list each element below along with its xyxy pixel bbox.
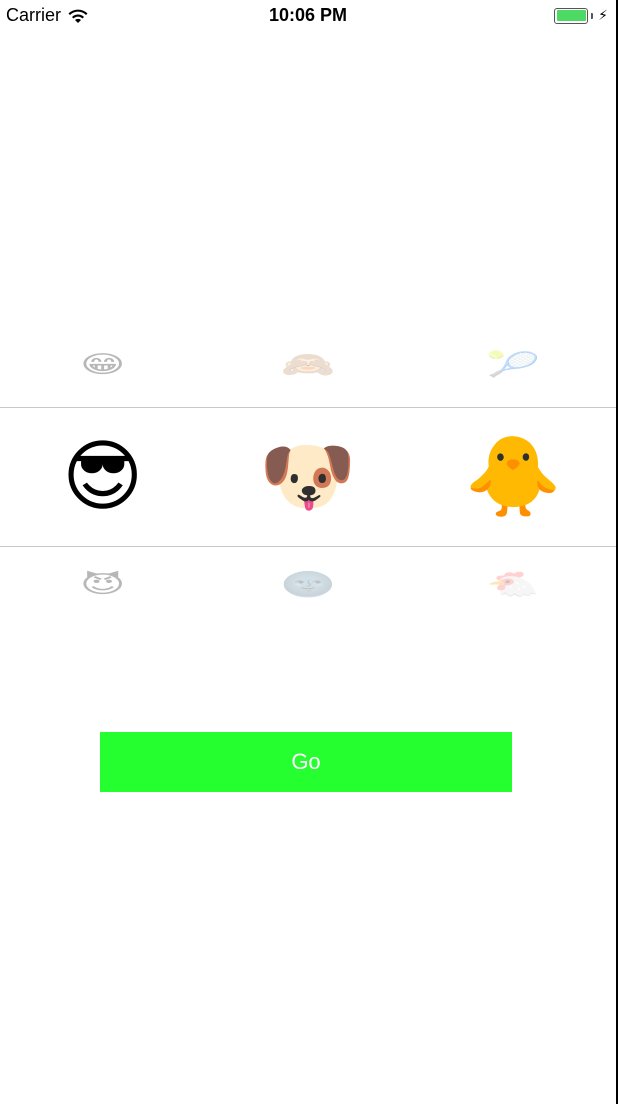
- battery-icon: [554, 7, 589, 24]
- emoji-picker[interactable]: 😁 🙈 🎾 😎 🐶 🐥 😈 🌚 🐔: [0, 320, 616, 620]
- picker-column-2[interactable]: 🙈: [205, 343, 410, 387]
- sunglasses-face-emoji[interactable]: 😎: [62, 438, 143, 516]
- status-time: 10:06 PM: [268, 5, 348, 25]
- picker-row-selected[interactable]: 😎 🐶 🐥: [0, 408, 616, 546]
- picker-column-1[interactable]: 😁: [0, 343, 205, 387]
- picker-column-1-below[interactable]: 😈: [0, 563, 205, 607]
- screen: Carrier 10:06 PM ⚡ 😁 🙈 🎾 😎 🐶 🐥 😈 🌚 🐔 Go: [0, 0, 618, 1104]
- picker-column-2-below[interactable]: 🌚: [205, 563, 410, 607]
- picker-column-3-below[interactable]: 🐔: [411, 563, 616, 607]
- status-bar: Carrier 10:06 PM ⚡: [0, 0, 616, 32]
- chicken-emoji[interactable]: 🐔: [486, 573, 541, 597]
- picker-column-2-selected[interactable]: 🐶: [205, 438, 410, 516]
- picker-row-below[interactable]: 😈 🌚 🐔: [0, 555, 616, 615]
- battery-tip: [591, 12, 594, 19]
- picker-column-1-selected[interactable]: 😎: [0, 438, 205, 516]
- battery-fill: [556, 10, 586, 21]
- tennis-ball-emoji[interactable]: 🎾: [486, 353, 541, 377]
- picker-column-3-selected[interactable]: 🐥: [411, 438, 616, 516]
- battery-indicator: ⚡: [554, 7, 608, 24]
- smiling-devil-emoji[interactable]: 😈: [80, 573, 126, 597]
- new-moon-face-emoji[interactable]: 🌚: [281, 573, 336, 597]
- grinning-face-emoji[interactable]: 😁: [80, 353, 126, 377]
- go-button[interactable]: Go: [100, 732, 512, 792]
- charging-bolt-icon: ⚡: [598, 7, 608, 23]
- selection-divider-bottom: [0, 546, 616, 547]
- dog-face-emoji[interactable]: 🐶: [259, 438, 356, 516]
- picker-column-3[interactable]: 🎾: [411, 343, 616, 387]
- baby-chick-emoji[interactable]: 🐥: [465, 438, 562, 516]
- picker-row-above[interactable]: 😁 🙈 🎾: [0, 335, 616, 395]
- see-no-evil-monkey-emoji[interactable]: 🙈: [281, 353, 336, 377]
